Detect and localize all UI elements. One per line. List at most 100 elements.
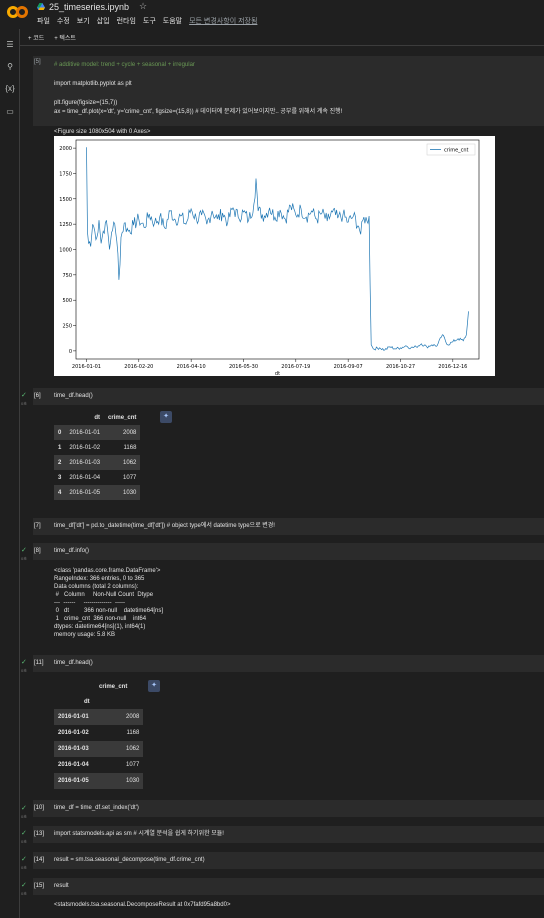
magic-wand-icon[interactable]: ✦ bbox=[148, 680, 160, 692]
code-line: result = sm.tsa.seasonal_decompose(time_… bbox=[54, 857, 205, 863]
y-tick-label: 1000 bbox=[59, 248, 72, 254]
executed-check-icon: ✓ bbox=[21, 856, 27, 863]
table-index-name: dt bbox=[84, 699, 90, 705]
line-chart: 0 250 500 750 1000 1250 1500 1750 2000 2016-01-01… bbox=[54, 136, 495, 377]
code-line: time_df['dt'] = pd.to_datetime(time_df['… bbox=[54, 523, 275, 529]
notebook-toolbar: + 코드 + 텍스트 bbox=[20, 30, 544, 46]
series-line-crime-cnt bbox=[86, 147, 469, 351]
cell-execution-count: [11] bbox=[34, 660, 44, 666]
code-cell-7[interactable]: time_df['dt'] = pd.to_datetime(time_df['… bbox=[33, 518, 544, 535]
table-row: 0 2016-01-01 2008 bbox=[54, 425, 141, 440]
x-tick-label: 2016-12-16 bbox=[438, 364, 467, 370]
star-icon[interactable]: ☆ bbox=[139, 1, 147, 12]
menu-tools[interactable]: 도구 bbox=[143, 16, 156, 26]
table-of-contents-icon[interactable]: ☰ bbox=[5, 40, 15, 50]
variables-icon[interactable]: {x} bbox=[5, 84, 15, 94]
code-line: plt.figure(figsize=(15,7)) bbox=[54, 100, 118, 106]
title-row: 25_timeseries.ipynb ☆ bbox=[37, 1, 147, 12]
cell-execution-count: [14] bbox=[34, 857, 45, 863]
left-rail: ☰ ⚲ {x} ▭ bbox=[0, 29, 20, 918]
y-tick-label: 250 bbox=[62, 324, 72, 330]
code-cell-14[interactable]: result = sm.tsa.seasonal_decompose(time_… bbox=[33, 852, 544, 869]
code-line: time_df.head() bbox=[54, 660, 93, 666]
exec-time: 0초 bbox=[21, 814, 27, 819]
x-tick-label: 2016-02-20 bbox=[124, 364, 153, 370]
table-row: 2016-01-04 1077 bbox=[58, 762, 140, 768]
code-cell-8[interactable]: time_df.info() bbox=[33, 543, 544, 560]
cell-execution-count: [5] bbox=[34, 59, 41, 65]
top-bar: 25_timeseries.ipynb ☆ 파일 수정 보기 삽입 런타임 도구… bbox=[0, 0, 544, 29]
executed-check-icon: ✓ bbox=[21, 882, 27, 889]
exec-time: 0초 bbox=[21, 668, 27, 673]
menu-insert[interactable]: 삽입 bbox=[97, 16, 110, 26]
folder-icon[interactable]: ▭ bbox=[5, 107, 15, 117]
chart-svg: 0 250 500 750 1000 1250 1500 1750 2000 2016-01-01… bbox=[59, 139, 480, 377]
exec-time: 0초 bbox=[21, 556, 27, 561]
code-cell-11[interactable]: time_df.head() bbox=[33, 655, 544, 672]
exec-time: 0초 bbox=[21, 401, 27, 406]
code-line: time_df.info() bbox=[54, 548, 90, 554]
menu-edit[interactable]: 수정 bbox=[57, 16, 70, 26]
exec-time: 0초 bbox=[21, 839, 27, 844]
code-cell-15[interactable]: result bbox=[33, 878, 544, 895]
table-row: 2 2016-01-03 1062 bbox=[54, 455, 141, 470]
x-tick-label: 2016-01-01 bbox=[72, 364, 101, 370]
cell-execution-count: [8] bbox=[34, 548, 41, 554]
plot-area bbox=[75, 139, 480, 360]
table-row: 2016-01-01 2008 bbox=[54, 709, 144, 725]
code-line: time_df = time_df.set_index('dt') bbox=[54, 805, 139, 811]
code-cell-6[interactable]: time_df.head() bbox=[33, 388, 544, 405]
menu-view[interactable]: 보기 bbox=[77, 16, 90, 26]
table-row: 3 2016-01-04 1077 bbox=[58, 474, 137, 481]
dataframe-table: dt crime_cnt 0 2016-01-01 2008 1 2016-01… bbox=[54, 410, 141, 500]
exec-time: 0초 bbox=[21, 865, 27, 870]
table-column-header: crime_cnt bbox=[99, 684, 128, 690]
code-line: ax = time_df.plot(x='dt', y='crime_cnt',… bbox=[54, 109, 343, 115]
table-row: 4 2016-01-05 1030 bbox=[54, 485, 141, 500]
y-tick-label: 500 bbox=[62, 298, 72, 304]
y-tick-label: 1250 bbox=[59, 222, 72, 228]
code-line: time_df.head() bbox=[54, 393, 93, 399]
exec-time: 0초 bbox=[21, 891, 27, 896]
x-tick-label: 2016-05-30 bbox=[229, 364, 258, 370]
table-row: 1 2016-01-02 1168 bbox=[58, 444, 137, 451]
y-tick-label: 750 bbox=[62, 273, 72, 279]
executed-check-icon: ✓ bbox=[21, 547, 27, 554]
cell-execution-count: [15] bbox=[34, 883, 45, 889]
table-header-row: dt crime_cnt bbox=[94, 414, 137, 421]
menu-file[interactable]: 파일 bbox=[37, 16, 50, 26]
cell-output-text: <Figure size 1080x504 with 0 Axes> bbox=[54, 129, 151, 135]
notebook-title[interactable]: 25_timeseries.ipynb bbox=[49, 2, 129, 12]
executed-check-icon: ✓ bbox=[21, 805, 27, 812]
dataframe-table: 2016-01-01 2008 2016-01-02 1168 2016-01-… bbox=[54, 709, 144, 789]
add-text-button[interactable]: + 텍스트 bbox=[54, 33, 76, 42]
y-tick-label: 0 bbox=[69, 349, 72, 355]
x-tick-label: 2016-10-27 bbox=[386, 364, 415, 370]
code-line: import matplotlib.pyplot as plt bbox=[54, 81, 132, 87]
executed-check-icon: ✓ bbox=[21, 659, 27, 666]
cell-execution-count: [10] bbox=[34, 805, 45, 811]
x-axis-label: dt bbox=[275, 371, 280, 376]
table-row: 2016-01-02 1168 bbox=[58, 730, 140, 736]
code-cell-13[interactable]: import statsmodels.api as sm # 시계열 분석을 쉽… bbox=[33, 826, 544, 843]
cell-output-text: <statsmodels.tsa.seasonal.DecomposeResul… bbox=[54, 902, 231, 908]
x-tick-label: 2016-09-07 bbox=[334, 364, 363, 370]
search-icon[interactable]: ⚲ bbox=[5, 62, 15, 72]
add-code-button[interactable]: + 코드 bbox=[28, 33, 44, 42]
cell-execution-count: [6] bbox=[34, 393, 41, 399]
drive-icon bbox=[37, 3, 45, 10]
executed-check-icon: ✓ bbox=[21, 392, 27, 399]
code-cell-10[interactable]: time_df = time_df.set_index('dt') bbox=[33, 800, 544, 817]
menu-help[interactable]: 도움말 bbox=[163, 16, 182, 26]
table-row: 2016-01-05 1030 bbox=[54, 773, 144, 789]
menu-runtime[interactable]: 런타임 bbox=[117, 16, 136, 26]
y-tick-label: 1500 bbox=[59, 197, 72, 203]
cell-execution-count: [13] bbox=[34, 831, 45, 837]
saved-status[interactable]: 모든 변경사항이 저장됨 bbox=[189, 16, 257, 26]
colab-logo-icon[interactable] bbox=[7, 5, 29, 19]
x-tick-label: 2016-04-10 bbox=[177, 364, 206, 370]
code-line: result bbox=[54, 883, 69, 889]
code-line: # additive model: trend + cycle + season… bbox=[54, 62, 195, 68]
code-cell-5[interactable]: [5] # additive model: trend + cycle + se… bbox=[33, 56, 544, 126]
magic-wand-icon[interactable]: ✦ bbox=[160, 411, 172, 423]
